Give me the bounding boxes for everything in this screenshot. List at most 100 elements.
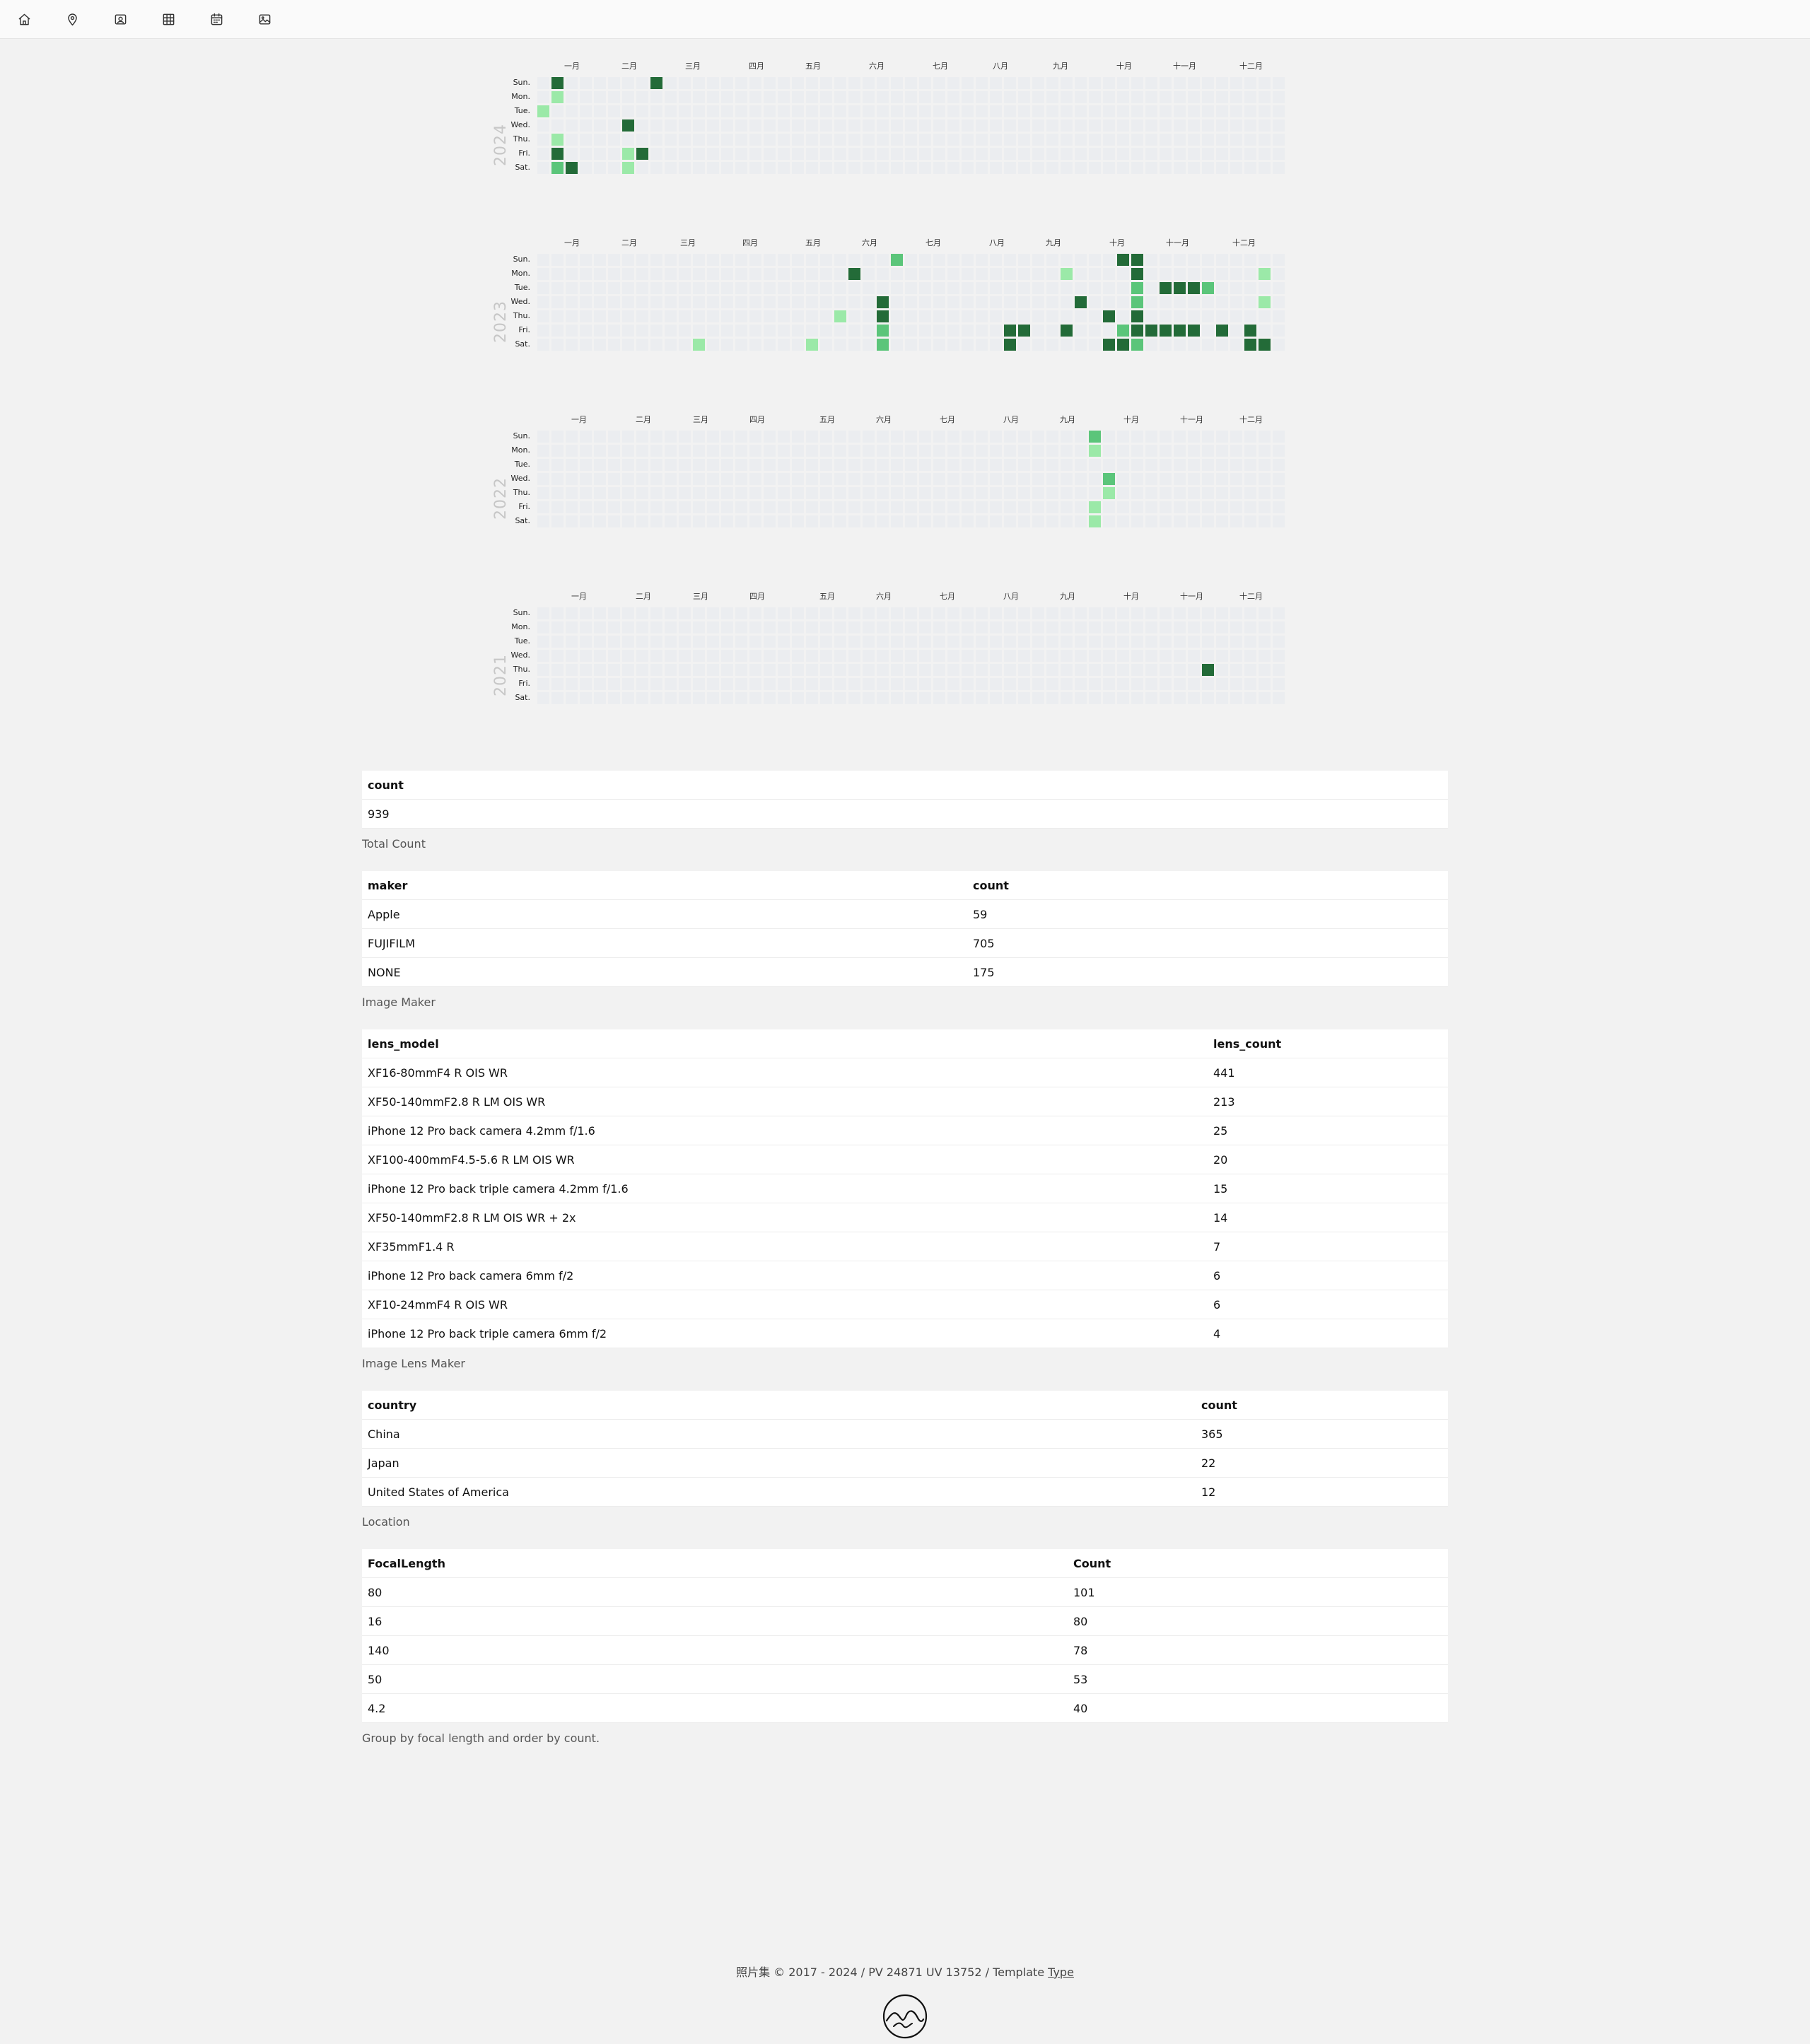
day-cell[interactable]: [919, 268, 931, 280]
day-cell[interactable]: [1061, 445, 1073, 457]
day-cell[interactable]: [905, 650, 917, 662]
day-cell[interactable]: [1145, 431, 1157, 443]
day-cell[interactable]: [580, 607, 592, 619]
day-cell[interactable]: [1131, 664, 1143, 676]
day-cell[interactable]: [566, 268, 578, 280]
day-cell[interactable]: [1032, 473, 1044, 485]
day-cell[interactable]: [735, 607, 747, 619]
day-cell[interactable]: [834, 296, 846, 308]
day-cell[interactable]: [1089, 282, 1101, 294]
day-cell[interactable]: [947, 501, 959, 513]
day-cell[interactable]: [1131, 473, 1143, 485]
day-cell[interactable]: [1018, 501, 1030, 513]
day-cell[interactable]: [537, 473, 549, 485]
day-cell[interactable]: [594, 325, 606, 337]
day-cell[interactable]: [1230, 431, 1242, 443]
day-cell[interactable]: [594, 254, 606, 266]
day-cell[interactable]: [1117, 607, 1129, 619]
day-cell[interactable]: [1032, 268, 1044, 280]
day-cell[interactable]: [1117, 445, 1129, 457]
day-cell[interactable]: [848, 282, 860, 294]
day-cell[interactable]: [1131, 148, 1143, 160]
day-cell[interactable]: [1103, 105, 1115, 117]
day-cell[interactable]: [1188, 445, 1200, 457]
day-cell[interactable]: [848, 607, 860, 619]
day-cell[interactable]: [566, 105, 578, 117]
day-cell[interactable]: [1061, 621, 1073, 633]
day-cell[interactable]: [1273, 636, 1285, 648]
day-cell[interactable]: [537, 254, 549, 266]
day-cell[interactable]: [1103, 310, 1115, 322]
day-cell[interactable]: [1188, 325, 1200, 337]
day-cell[interactable]: [962, 459, 974, 471]
day-cell[interactable]: [877, 162, 889, 174]
day-cell[interactable]: [863, 487, 875, 499]
day-cell[interactable]: [1131, 105, 1143, 117]
day-cell[interactable]: [594, 296, 606, 308]
day-cell[interactable]: [622, 296, 634, 308]
day-cell[interactable]: [1174, 105, 1186, 117]
day-cell[interactable]: [905, 296, 917, 308]
day-cell[interactable]: [537, 325, 549, 337]
day-cell[interactable]: [877, 296, 889, 308]
day-cell[interactable]: [1244, 282, 1256, 294]
day-cell[interactable]: [933, 339, 945, 351]
day-cell[interactable]: [1145, 664, 1157, 676]
day-cell[interactable]: [764, 621, 776, 633]
day-cell[interactable]: [905, 692, 917, 704]
day-cell[interactable]: [792, 501, 804, 513]
day-cell[interactable]: [1160, 650, 1172, 662]
day-cell[interactable]: [594, 501, 606, 513]
day-cell[interactable]: [1103, 254, 1115, 266]
day-cell[interactable]: [1244, 268, 1256, 280]
day-cell[interactable]: [778, 339, 790, 351]
day-cell[interactable]: [820, 664, 832, 676]
day-cell[interactable]: [1216, 282, 1228, 294]
day-cell[interactable]: [580, 664, 592, 676]
day-cell[interactable]: [905, 678, 917, 690]
day-cell[interactable]: [1188, 515, 1200, 527]
day-cell[interactable]: [1202, 501, 1214, 513]
day-cell[interactable]: [947, 268, 959, 280]
day-cell[interactable]: [1018, 445, 1030, 457]
day-cell[interactable]: [947, 296, 959, 308]
day-cell[interactable]: [778, 459, 790, 471]
day-cell[interactable]: [1230, 254, 1242, 266]
day-cell[interactable]: [792, 621, 804, 633]
day-cell[interactable]: [551, 91, 564, 103]
day-cell[interactable]: [1117, 310, 1129, 322]
day-cell[interactable]: [566, 473, 578, 485]
day-cell[interactable]: [566, 254, 578, 266]
day-cell[interactable]: [976, 310, 988, 322]
day-cell[interactable]: [1075, 473, 1087, 485]
day-cell[interactable]: [566, 621, 578, 633]
day-cell[interactable]: [721, 119, 733, 132]
day-cell[interactable]: [1216, 515, 1228, 527]
day-cell[interactable]: [1244, 607, 1256, 619]
day-cell[interactable]: [962, 692, 974, 704]
day-cell[interactable]: [891, 459, 903, 471]
day-cell[interactable]: [1131, 268, 1143, 280]
day-cell[interactable]: [1188, 459, 1200, 471]
day-cell[interactable]: [1075, 692, 1087, 704]
day-cell[interactable]: [679, 77, 691, 89]
day-cell[interactable]: [919, 621, 931, 633]
day-cell[interactable]: [566, 148, 578, 160]
day-cell[interactable]: [580, 134, 592, 146]
day-cell[interactable]: [707, 325, 719, 337]
day-cell[interactable]: [1273, 282, 1285, 294]
day-cell[interactable]: [679, 339, 691, 351]
day-cell[interactable]: [863, 431, 875, 443]
day-cell[interactable]: [1046, 487, 1058, 499]
day-cell[interactable]: [1174, 607, 1186, 619]
day-cell[interactable]: [1273, 268, 1285, 280]
day-cell[interactable]: [735, 254, 747, 266]
day-cell[interactable]: [1160, 296, 1172, 308]
day-cell[interactable]: [608, 310, 620, 322]
day-cell[interactable]: [580, 296, 592, 308]
day-cell[interactable]: [1075, 254, 1087, 266]
day-cell[interactable]: [990, 664, 1002, 676]
day-cell[interactable]: [792, 162, 804, 174]
day-cell[interactable]: [806, 282, 818, 294]
day-cell[interactable]: [1230, 650, 1242, 662]
